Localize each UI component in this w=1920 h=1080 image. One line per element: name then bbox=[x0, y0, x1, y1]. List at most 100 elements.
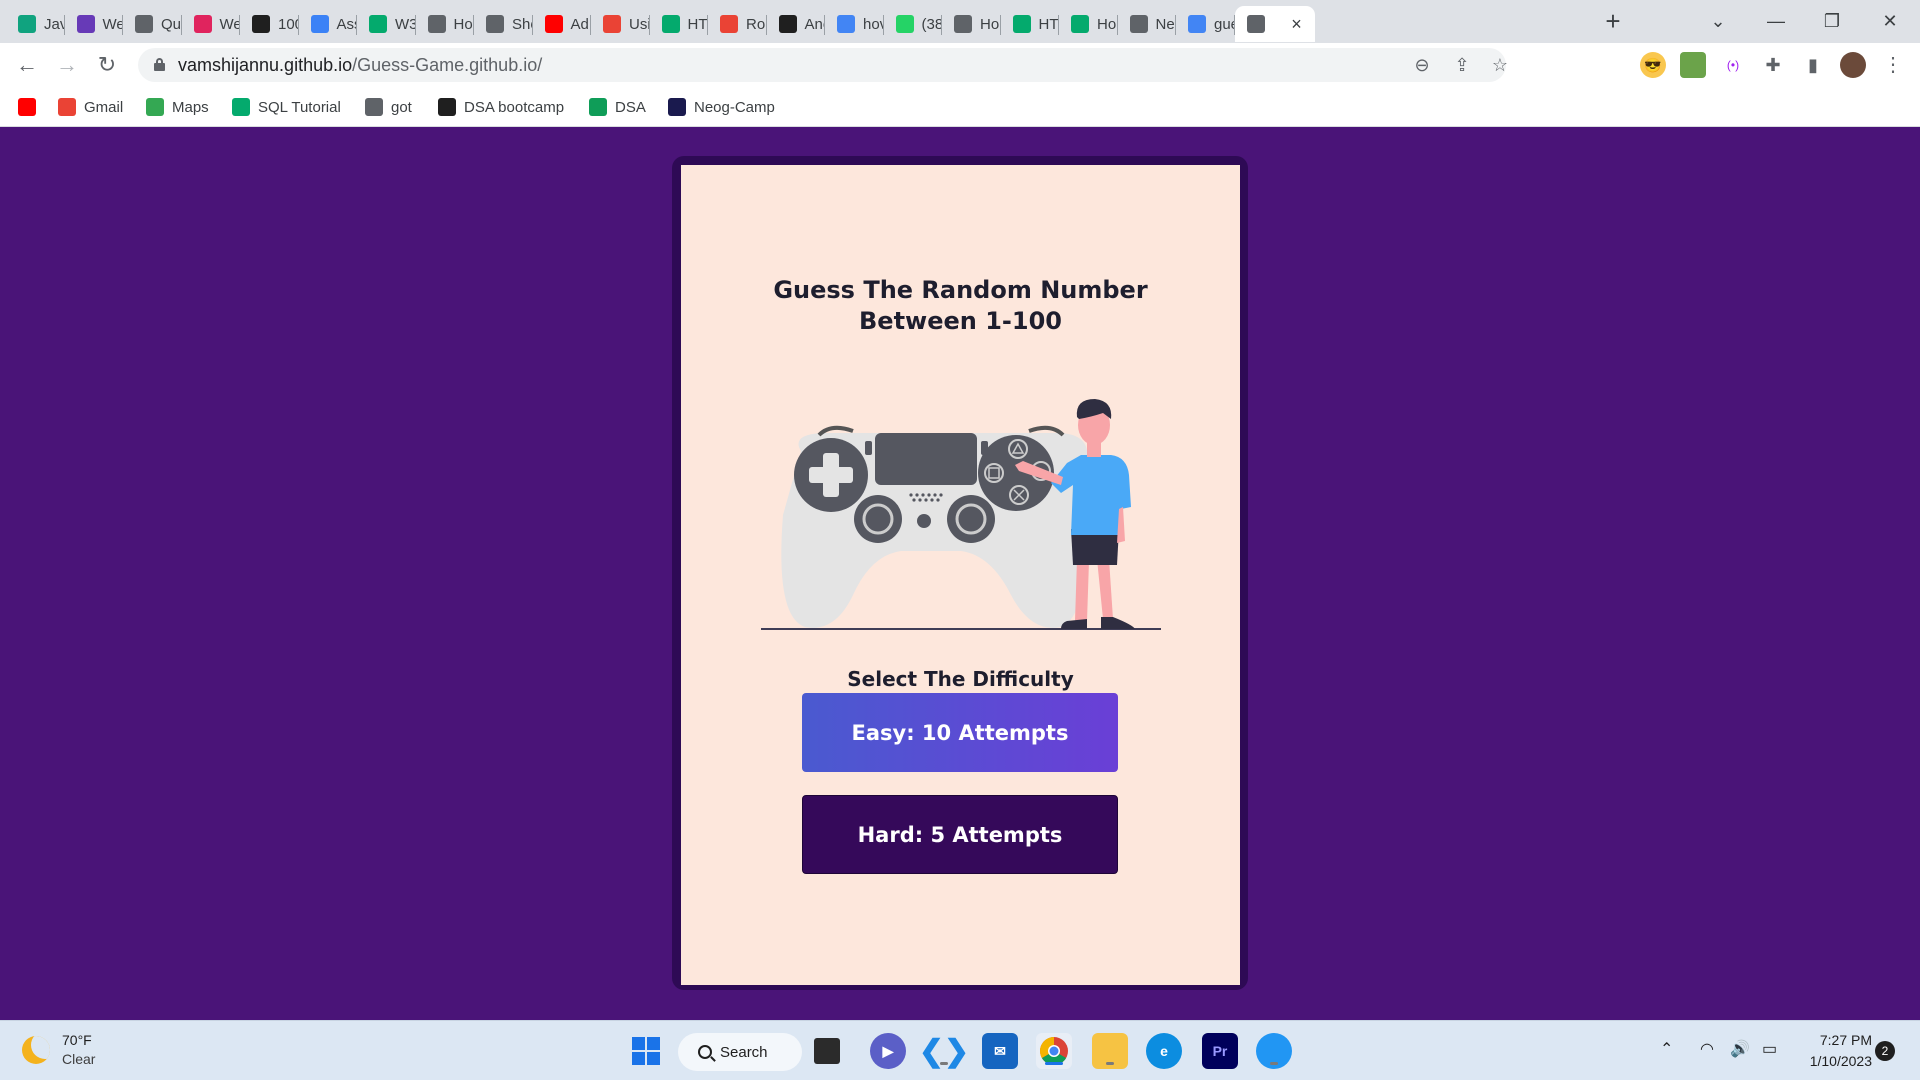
browser-tab[interactable]: Usi bbox=[591, 6, 650, 42]
browser-tab[interactable]: Ho bbox=[942, 6, 1001, 42]
dpad-horizontal bbox=[809, 467, 853, 483]
w3schools-icon bbox=[1012, 15, 1031, 33]
app-icon bbox=[193, 15, 212, 33]
minimize-button[interactable]: — bbox=[1748, 4, 1804, 38]
browser-tab[interactable]: Ne bbox=[1118, 6, 1176, 42]
browser-tab[interactable]: × bbox=[1234, 6, 1315, 42]
zoom-icon[interactable]: ⊖ bbox=[1410, 53, 1434, 77]
bookmark-item[interactable]: SQL Tutorial bbox=[232, 96, 341, 118]
bookmark-item[interactable]: DSA bbox=[589, 96, 646, 118]
extensions-puzzle-icon[interactable]: ✚ bbox=[1760, 52, 1786, 78]
tab-title: Ne bbox=[1155, 15, 1175, 33]
close-window-button[interactable]: ✕ bbox=[1862, 4, 1918, 38]
hard-difficulty-button[interactable]: Hard: 5 Attempts bbox=[802, 795, 1118, 874]
browser-tab[interactable]: (38 bbox=[884, 6, 943, 42]
forward-arrow-icon[interactable]: → bbox=[52, 50, 82, 80]
google-icon bbox=[1188, 15, 1206, 33]
premiere-pro-icon[interactable]: Pr bbox=[1202, 1033, 1238, 1069]
menu-kebab-icon[interactable]: ⋮ bbox=[1880, 52, 1906, 78]
globe-icon bbox=[486, 15, 504, 33]
notification-badge[interactable]: 2 bbox=[1875, 1041, 1895, 1061]
browser-tab[interactable]: HT bbox=[1001, 6, 1059, 42]
restore-button[interactable]: ❐ bbox=[1804, 4, 1860, 38]
vscode-icon[interactable]: ❮❯ bbox=[919, 1033, 969, 1069]
bookmark-item[interactable] bbox=[18, 96, 44, 118]
chrome-icon[interactable] bbox=[1036, 1033, 1072, 1069]
browser-tab[interactable]: Ho bbox=[1059, 6, 1118, 42]
url-text[interactable]: vamshijannu.github.io/Guess-Game.github.… bbox=[178, 55, 542, 76]
bookmark-item[interactable]: Neog-Camp bbox=[668, 96, 775, 118]
browser-tab[interactable]: HT bbox=[650, 6, 708, 42]
browser-tab[interactable]: Jav bbox=[6, 6, 65, 42]
extension-glasses-icon[interactable]: 😎 bbox=[1640, 52, 1666, 78]
mail-icon[interactable]: ✉ bbox=[982, 1033, 1018, 1069]
bookmark-item[interactable]: DSA bootcamp bbox=[438, 96, 564, 118]
battery-icon[interactable]: ▭ bbox=[1762, 1039, 1777, 1059]
bookmark-item[interactable]: got bbox=[365, 96, 412, 118]
taskbar-search[interactable]: Search bbox=[678, 1033, 802, 1071]
wifi-icon[interactable]: ◠ bbox=[1700, 1039, 1714, 1059]
close-tab-icon[interactable]: × bbox=[1287, 14, 1307, 34]
tab-title: Sho bbox=[512, 15, 533, 33]
task-view-icon[interactable] bbox=[814, 1038, 840, 1064]
file-explorer-icon[interactable] bbox=[1092, 1033, 1128, 1069]
windows-logo bbox=[632, 1037, 660, 1065]
lock-icon[interactable] bbox=[154, 58, 165, 71]
browser-tab[interactable]: Ano bbox=[767, 6, 825, 42]
share-icon[interactable]: ⇪ bbox=[1450, 53, 1474, 77]
tray-chevron-icon[interactable]: ⌃ bbox=[1660, 1039, 1673, 1059]
tab-title: Jav bbox=[44, 15, 65, 33]
browser-tab[interactable]: Ad bbox=[533, 6, 591, 42]
time: 7:27 PM bbox=[1819, 1032, 1872, 1048]
extension-green-glasses-icon[interactable] bbox=[1680, 52, 1706, 78]
other-app-icon[interactable] bbox=[1256, 1033, 1292, 1069]
bookmark-item[interactable]: Gmail bbox=[58, 96, 123, 118]
bookmark-star-icon[interactable]: ☆ bbox=[1488, 53, 1512, 77]
new-tab-button[interactable]: + bbox=[1598, 6, 1628, 36]
bookmark-item[interactable]: Maps bbox=[146, 96, 209, 118]
reload-icon[interactable]: ↻ bbox=[92, 50, 122, 80]
bookmark-label: SQL Tutorial bbox=[258, 98, 341, 116]
w3schools-icon bbox=[1071, 15, 1089, 33]
easy-difficulty-button[interactable]: Easy: 10 Attempts bbox=[802, 693, 1118, 772]
back-arrow-icon[interactable]: ← bbox=[12, 50, 42, 80]
tab-title: Usi bbox=[629, 15, 650, 33]
edge-icon[interactable]: e bbox=[1146, 1033, 1182, 1069]
teams-chat-icon[interactable]: ▶ bbox=[870, 1033, 906, 1069]
profile-avatar[interactable] bbox=[1840, 52, 1866, 78]
globe-icon bbox=[365, 98, 383, 116]
browser-tab[interactable]: 100 bbox=[240, 6, 299, 42]
browser-tab[interactable]: gue bbox=[1176, 6, 1235, 42]
youtube-icon bbox=[18, 98, 36, 116]
tab-title: HT bbox=[687, 15, 708, 33]
address-bar[interactable]: vamshijannu.github.io/Guess-Game.github.… bbox=[138, 48, 1508, 82]
weather-condition: Clear bbox=[62, 1051, 96, 1067]
leetcode-icon bbox=[252, 15, 270, 33]
browser-tab[interactable]: We bbox=[182, 6, 240, 42]
extension-broadcast-icon[interactable]: (•) bbox=[1720, 52, 1746, 78]
side-panel-icon[interactable]: ▮ bbox=[1800, 52, 1826, 78]
browser-tab[interactable]: We bbox=[65, 6, 124, 42]
browser-tab[interactable]: Qu bbox=[123, 6, 182, 42]
tab-strip: Jav We Qu We 100 Ass W3 Ho Sho Ad Usi HT Rol Ano hov (3… bbox=[0, 0, 1920, 43]
tab-title: We bbox=[102, 15, 124, 33]
left-leg bbox=[1075, 559, 1089, 621]
tab-title: (38 bbox=[921, 15, 943, 33]
date: 1/10/2023 bbox=[1809, 1053, 1872, 1069]
browser-tab[interactable]: Ho bbox=[416, 6, 474, 42]
form-icon bbox=[76, 15, 95, 33]
gamer-controller-illustration bbox=[761, 399, 1161, 630]
browser-tab[interactable]: Sho bbox=[474, 6, 533, 42]
browser-tab[interactable]: Ass bbox=[299, 6, 357, 42]
globe-icon bbox=[1129, 15, 1148, 33]
globe-icon bbox=[954, 15, 972, 33]
tab-title: Ho bbox=[1097, 15, 1117, 33]
browser-tab[interactable]: hov bbox=[825, 6, 884, 42]
clock[interactable]: 7:27 PM 1/10/2023 bbox=[1796, 1030, 1872, 1072]
browser-tab[interactable]: W3 bbox=[357, 6, 416, 42]
windows-start-icon[interactable] bbox=[628, 1033, 664, 1069]
volume-icon[interactable]: 🔊 bbox=[1730, 1039, 1750, 1059]
tab-search-chevron-icon[interactable]: ⌄ bbox=[1690, 4, 1746, 38]
weather-widget[interactable]: 70°F Clear bbox=[22, 1031, 95, 1069]
browser-tab[interactable]: Rol bbox=[708, 6, 767, 42]
